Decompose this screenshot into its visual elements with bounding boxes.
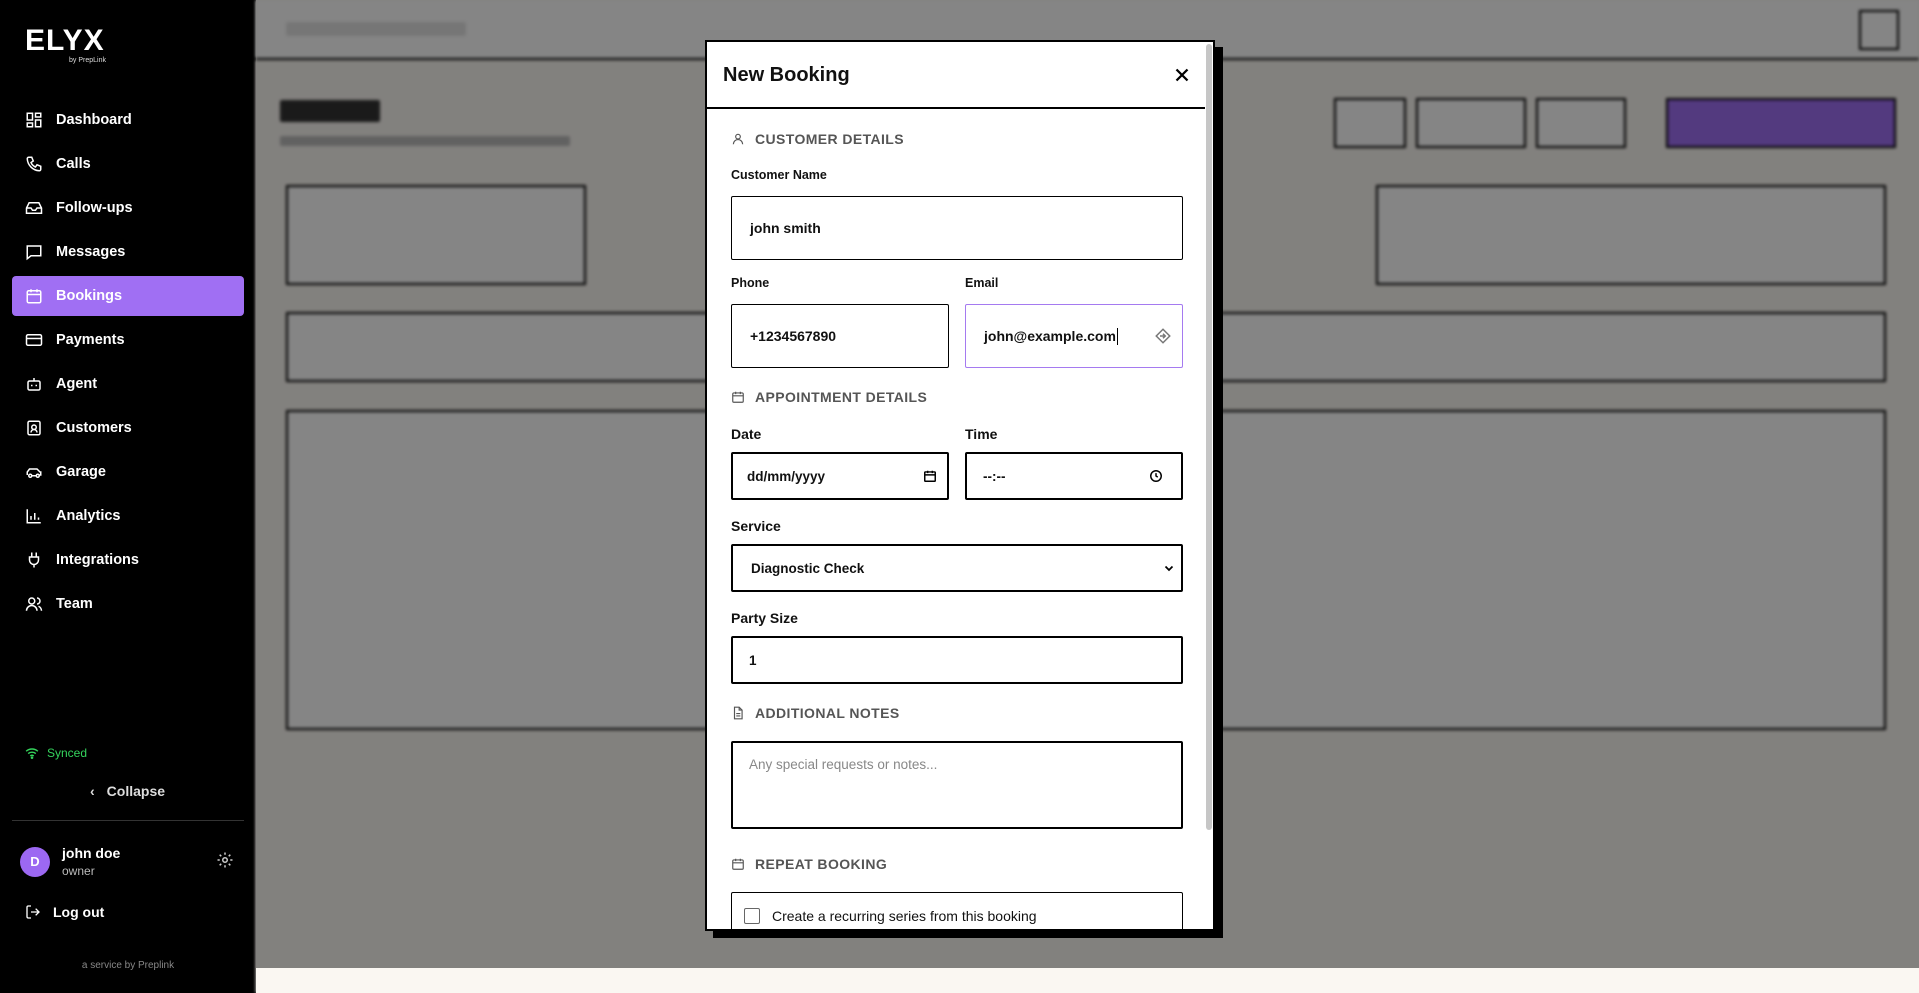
sidebar-item-analytics[interactable]: Analytics (12, 496, 244, 536)
user-icon (732, 133, 744, 145)
time-label: Time (965, 426, 998, 442)
sidebar-item-follow-ups[interactable]: Follow-ups (12, 188, 244, 228)
avatar: D (20, 846, 50, 877)
date-input[interactable]: dd/mm/yyyy (731, 452, 949, 500)
sidebar-item-team[interactable]: Team (12, 584, 244, 624)
grid-icon (25, 111, 43, 129)
calendar-icon (732, 858, 744, 870)
phone-icon (25, 155, 43, 173)
autofill-icon[interactable] (1154, 327, 1172, 345)
sidebar-item-label: Bookings (56, 288, 123, 304)
users-icon (25, 595, 43, 613)
appointment-details-heading: APPOINTMENT DETAILS (731, 389, 927, 405)
sidebar-item-integrations[interactable]: Integrations (12, 540, 244, 580)
chevron-down-icon (1163, 562, 1175, 574)
sidebar: ELYX by PrepLink Dashboard Calls Follow-… (0, 0, 256, 993)
sidebar-item-label: Payments (56, 332, 125, 348)
sidebar-item-label: Calls (56, 156, 91, 172)
service-label: Service (731, 518, 781, 534)
email-input[interactable]: john@example.com (965, 304, 1183, 368)
modal-header: New Booking (707, 42, 1213, 109)
logout-button[interactable]: Log out (25, 904, 104, 920)
sidebar-item-label: Integrations (56, 552, 139, 568)
customer-name-label: Customer Name (731, 168, 827, 182)
sidebar-item-garage[interactable]: Garage (12, 452, 244, 492)
sidebar-item-messages[interactable]: Messages (12, 232, 244, 272)
service-footer: a service by Preplink (81, 960, 175, 971)
collapse-label: Collapse (106, 783, 166, 799)
sidebar-item-label: Team (56, 596, 93, 612)
email-label: Email (965, 276, 999, 290)
sidebar-item-label: Garage (56, 464, 106, 480)
plug-icon (25, 551, 43, 569)
sidebar-item-calls[interactable]: Calls (12, 144, 244, 184)
chevron-left-icon: ‹ (90, 783, 95, 799)
bot-icon (25, 375, 43, 393)
sidebar-divider (12, 820, 244, 821)
close-icon[interactable] (1171, 64, 1193, 86)
sidebar-item-label: Follow-ups (56, 200, 133, 216)
repeat-booking-heading: REPEAT BOOKING (731, 856, 887, 872)
logo[interactable]: ELYX by PrepLink (25, 24, 106, 65)
sidebar-nav: Dashboard Calls Follow-ups Messages Book… (12, 100, 244, 628)
sidebar-item-bookings[interactable]: Bookings (12, 276, 244, 316)
wifi-icon (25, 748, 39, 759)
calendar-icon (25, 287, 43, 305)
additional-notes-heading: ADDITIONAL NOTES (731, 705, 900, 721)
logo-wordmark: ELYX (25, 24, 105, 57)
phone-label: Phone (731, 276, 770, 290)
scrollbar-thumb[interactable] (1206, 44, 1212, 830)
logout-icon (26, 905, 40, 919)
customer-details-heading: CUSTOMER DETAILS (731, 131, 904, 147)
sidebar-item-payments[interactable]: Payments (12, 320, 244, 360)
sidebar-item-label: Analytics (56, 508, 121, 524)
calendar-icon (732, 391, 744, 403)
date-label: Date (731, 426, 762, 442)
car-icon (25, 463, 43, 481)
recurring-option[interactable]: Create a recurring series from this book… (731, 892, 1183, 929)
contact-icon (25, 419, 43, 437)
card-icon (25, 331, 43, 349)
sidebar-item-customers[interactable]: Customers (12, 408, 244, 448)
service-select[interactable]: Diagnostic Check (731, 544, 1183, 592)
customer-name-input[interactable]: john smith (731, 196, 1183, 260)
sidebar-item-label: Agent (56, 376, 98, 392)
time-input[interactable]: --:-- (965, 452, 1183, 500)
text-caret (1116, 327, 1118, 345)
document-icon (733, 706, 743, 720)
collapse-button[interactable]: ‹ Collapse (90, 783, 165, 799)
logo-tagline: by PrepLink (69, 57, 106, 64)
sidebar-item-agent[interactable]: Agent (12, 364, 244, 404)
modal-title: New Booking (723, 64, 850, 86)
modal-scrollbar[interactable] (1205, 42, 1213, 929)
message-icon (25, 243, 43, 261)
sync-status-label: Synced (47, 746, 88, 760)
sidebar-item-label: Customers (56, 420, 132, 436)
logout-label: Log out (53, 904, 105, 920)
user-name: john doe (62, 845, 121, 861)
clock-icon[interactable] (1149, 469, 1163, 483)
gear-icon[interactable] (216, 851, 234, 874)
chart-icon (25, 507, 43, 525)
party-size-input[interactable]: 1 (731, 636, 1183, 684)
sync-status: Synced (25, 746, 87, 760)
recurring-checkbox[interactable] (744, 908, 760, 924)
sidebar-item-label: Messages (56, 244, 126, 260)
notes-textarea[interactable]: Any special requests or notes... (731, 741, 1183, 829)
phone-input[interactable]: +1234567890 (731, 304, 949, 368)
sidebar-item-label: Dashboard (56, 112, 132, 128)
user-role: owner (62, 864, 95, 878)
calendar-picker-icon[interactable] (923, 469, 937, 483)
user-profile[interactable]: D john doe owner (20, 845, 120, 878)
inbox-icon (25, 199, 43, 217)
sidebar-item-dashboard[interactable]: Dashboard (12, 100, 244, 140)
new-booking-modal: New Booking CUSTOMER DETAILS Customer Na… (705, 40, 1215, 931)
party-size-label: Party Size (731, 610, 798, 626)
